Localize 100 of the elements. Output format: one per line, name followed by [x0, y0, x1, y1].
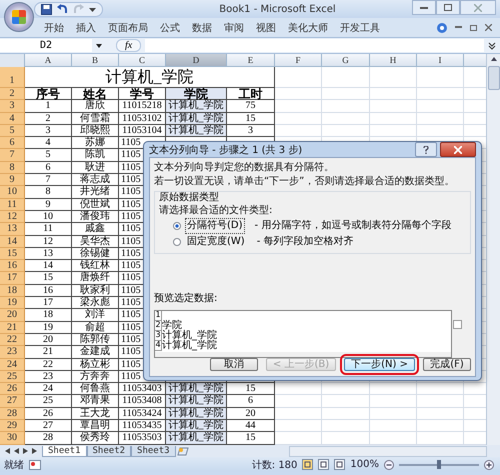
table-cell: 22 — [25, 358, 72, 371]
row-header[interactable]: 17 — [0, 272, 25, 285]
row-header[interactable]: 20 — [0, 309, 25, 322]
column-header[interactable]: H — [370, 54, 417, 67]
table-cell: 6 — [25, 162, 72, 174]
option-description: - 每列字段加空格对齐 — [256, 235, 354, 249]
column-header[interactable]: I — [417, 54, 464, 67]
table-cell: 27 — [25, 420, 72, 432]
row-header[interactable]: 27 — [0, 395, 25, 408]
table-cell: 苏娜 — [72, 137, 119, 150]
row-header[interactable]: 4 — [0, 112, 25, 125]
table-cell: 耿家利 — [72, 284, 119, 298]
table-cell: 10 — [25, 210, 72, 224]
name-box[interactable]: D2 — [0, 39, 92, 52]
row-header[interactable]: 8 — [0, 162, 25, 174]
zoom-level[interactable]: 100% — [350, 459, 379, 470]
window-title: Book1 - Microsoft Excel — [218, 4, 337, 14]
row-header[interactable]: 22 — [0, 334, 25, 346]
column-header[interactable]: D — [166, 54, 227, 67]
table-cell: 3 — [25, 124, 72, 138]
row-header[interactable]: 3 — [0, 100, 25, 113]
table-cell: 15 — [227, 383, 275, 396]
table-cell: 3 — [227, 124, 275, 138]
table-cell: 19 — [25, 322, 72, 334]
sheet-tab[interactable]: Sheet3 — [131, 446, 176, 456]
column-header[interactable]: B — [72, 54, 119, 67]
row-header[interactable]: 5 — [0, 124, 25, 138]
table-cell: 俞超 — [72, 322, 119, 334]
option-description: - 用分隔字符，如逗号或制表符分隔每个字段 — [254, 219, 452, 233]
table-cell: 2 — [25, 112, 72, 125]
column-header[interactable]: F — [275, 54, 322, 67]
status-count: 计数: 180 — [252, 458, 298, 472]
row-header[interactable]: 21 — [0, 322, 25, 334]
radio-label[interactable]: 分隔符号(D) — [185, 218, 245, 234]
table-cell: 何鲁燕 — [72, 383, 119, 396]
row-header[interactable]: 9 — [0, 174, 25, 186]
row-header[interactable]: 25 — [0, 370, 25, 384]
ribbon-tab[interactable]: 数据 — [186, 20, 218, 34]
dialog-button[interactable]: 完成(F) — [423, 358, 471, 371]
row-header[interactable]: 29 — [0, 420, 25, 432]
row-header[interactable]: 1 — [0, 67, 25, 88]
dialog-button[interactable]: 取消 — [210, 358, 258, 371]
table-cell: 计算机_学院 — [166, 420, 227, 432]
table-cell: 7 — [25, 174, 72, 186]
ribbon-tab[interactable]: 视图 — [250, 20, 282, 34]
table-cell: 方奔奔 — [72, 370, 119, 384]
row-header[interactable]: 15 — [0, 248, 25, 260]
table-cell: 计算机_学院 — [166, 383, 227, 396]
row-header[interactable]: 30 — [0, 432, 25, 445]
table-cell: 杨立彬 — [72, 358, 119, 371]
table-cell: 75 — [227, 100, 275, 113]
sheet-tab[interactable]: Sheet2 — [86, 446, 132, 456]
row-header[interactable]: 24 — [0, 358, 25, 371]
row-header[interactable]: 14 — [0, 236, 25, 248]
row-header[interactable]: 23 — [0, 346, 25, 359]
column-header[interactable]: A — [25, 54, 72, 67]
table-cell: 邱晓熙 — [72, 124, 119, 138]
column-header[interactable]: C — [119, 54, 166, 67]
table-cell: 15 — [227, 112, 275, 125]
row-header[interactable]: 11 — [0, 198, 25, 211]
row-header[interactable]: 26 — [0, 383, 25, 396]
table-cell: 13 — [25, 248, 72, 260]
row-header[interactable]: 6 — [0, 137, 25, 150]
table-cell: 计算机_学院 — [166, 112, 227, 125]
row-header[interactable]: 13 — [0, 223, 25, 236]
ribbon-tab[interactable]: 页面布局 — [102, 20, 154, 34]
radio-label[interactable]: 固定宽度(W) — [185, 234, 247, 250]
insert-function-button[interactable]: fx — [116, 39, 142, 52]
table-cell: 钱红林 — [72, 260, 119, 272]
table-cell: 唐焕纤 — [72, 272, 119, 285]
ribbon-tab[interactable]: 插入 — [70, 20, 102, 34]
table-cell: 何雪霜 — [72, 112, 119, 125]
sheet-tab[interactable]: Sheet1 — [42, 446, 87, 456]
table-cell: 刘洋 — [72, 309, 119, 322]
table-cell: 唐欣 — [72, 100, 119, 113]
ribbon-tab[interactable]: 开始 — [38, 20, 70, 34]
row-header[interactable]: 16 — [0, 260, 25, 272]
table-cell: 邓青果 — [72, 395, 119, 408]
ribbon-tab[interactable]: 公式 — [154, 20, 186, 34]
table-cell: 计算机_学院 — [166, 100, 227, 113]
row-header[interactable]: 2 — [0, 88, 25, 100]
status-mode: 就绪 — [4, 458, 24, 472]
row-header[interactable]: 28 — [0, 408, 25, 420]
table-cell: 26 — [25, 408, 72, 420]
ribbon-tab[interactable]: 开发工具 — [334, 20, 386, 34]
table-cell: 8 — [25, 186, 72, 199]
ribbon-tab[interactable]: 审阅 — [218, 20, 250, 34]
line-number: 4 — [155, 340, 162, 351]
table-cell: 15 — [25, 272, 72, 285]
ribbon-tab[interactable]: 美化大师 — [282, 20, 334, 34]
table-cell: 20 — [25, 334, 72, 346]
column-header[interactable]: G — [322, 54, 370, 67]
row-header[interactable]: 12 — [0, 210, 25, 224]
row-header[interactable]: 19 — [0, 297, 25, 310]
column-header[interactable]: E — [227, 54, 275, 67]
table-cell: 工时 — [227, 88, 275, 100]
row-header[interactable]: 10 — [0, 186, 25, 199]
line-number: 2 — [155, 320, 162, 331]
row-header[interactable]: 18 — [0, 284, 25, 298]
row-header[interactable]: 7 — [0, 149, 25, 162]
